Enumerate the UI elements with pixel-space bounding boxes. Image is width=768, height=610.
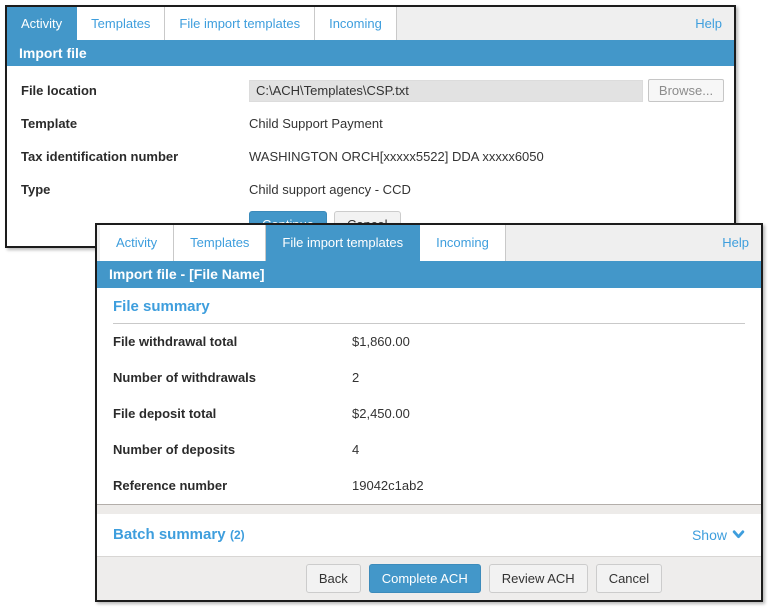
complete-ach-button[interactable]: Complete ACH (369, 564, 481, 593)
form-row-type: Type Child support agency - CCD (7, 173, 734, 206)
field-label: Type (21, 182, 249, 197)
summary-value: 19042c1ab2 (352, 478, 424, 493)
summary-row-reference-number: Reference number 19042c1ab2 (97, 468, 761, 504)
summary-label: File withdrawal total (113, 334, 352, 349)
field-value: Child support agency - CCD (249, 182, 411, 197)
summary-value: $1,860.00 (352, 334, 410, 349)
show-label: Show (692, 527, 727, 543)
tab-file-import-templates[interactable]: File import templates (266, 225, 420, 261)
tab-spacer (506, 225, 710, 261)
tab-activity[interactable]: Activity (7, 7, 77, 40)
section-divider (97, 504, 761, 514)
page-title: Import file - [File Name] (97, 261, 761, 288)
summary-label: Reference number (113, 478, 352, 493)
summary-value: $2,450.00 (352, 406, 410, 421)
import-file-summary-window: Activity Templates File import templates… (95, 223, 763, 602)
help-link[interactable]: Help (683, 7, 734, 40)
tab-bar: Activity Templates File import templates… (97, 225, 761, 261)
form-row-tax-id: Tax identification number WASHINGTON ORC… (7, 140, 734, 173)
show-toggle[interactable]: Show (692, 527, 745, 543)
form-row-file-location: File location Browse... (7, 74, 734, 107)
summary-row-deposit-total: File deposit total $2,450.00 (97, 396, 761, 432)
chevron-down-icon (732, 528, 745, 541)
help-link[interactable]: Help (710, 225, 761, 261)
batch-summary-title: Batch summary (113, 526, 226, 543)
tab-spacer (397, 7, 683, 40)
tab-bar: Activity Templates File import templates… (7, 7, 734, 40)
batch-summary-heading: Batch summary (2) (113, 526, 245, 544)
back-button[interactable]: Back (306, 564, 361, 593)
summary-value: 4 (352, 442, 359, 457)
tab-incoming[interactable]: Incoming (315, 7, 397, 40)
page-title: Import file (7, 40, 734, 66)
batch-summary-count: (2) (230, 528, 245, 542)
import-file-form: File location Browse... Template Child S… (7, 66, 734, 238)
summary-row-num-withdrawals: Number of withdrawals 2 (97, 360, 761, 396)
summary-row-withdrawal-total: File withdrawal total $1,860.00 (97, 324, 761, 360)
file-summary-heading: File summary (113, 298, 745, 324)
screen: Activity Templates File import templates… (0, 0, 768, 610)
summary-label: Number of deposits (113, 442, 352, 457)
tab-file-import-templates[interactable]: File import templates (165, 7, 315, 40)
field-value: Child Support Payment (249, 116, 383, 131)
field-label: Tax identification number (21, 149, 249, 164)
summary-label: Number of withdrawals (113, 370, 352, 385)
summary-value: 2 (352, 370, 359, 385)
tab-incoming[interactable]: Incoming (420, 225, 506, 261)
field-label: Template (21, 116, 249, 131)
summary-label: File deposit total (113, 406, 352, 421)
browse-button[interactable]: Browse... (648, 79, 724, 102)
batch-summary-section: Batch summary (2) Show (97, 514, 761, 557)
tab-templates[interactable]: Templates (77, 7, 165, 40)
tab-templates[interactable]: Templates (174, 225, 266, 261)
summary-row-num-deposits: Number of deposits 4 (97, 432, 761, 468)
cancel-button[interactable]: Cancel (596, 564, 662, 593)
file-location-input[interactable] (249, 80, 643, 102)
file-summary-section: File summary File withdrawal total $1,86… (97, 288, 761, 504)
form-row-template: Template Child Support Payment (7, 107, 734, 140)
import-file-window: Activity Templates File import templates… (5, 5, 736, 248)
review-ach-button[interactable]: Review ACH (489, 564, 588, 593)
footer-actions: Back Complete ACH Review ACH Cancel (97, 556, 761, 600)
field-label: File location (21, 83, 249, 98)
field-value: WASHINGTON ORCH[xxxxx5522] DDA xxxxx6050 (249, 149, 544, 164)
tab-activity[interactable]: Activity (100, 225, 174, 261)
